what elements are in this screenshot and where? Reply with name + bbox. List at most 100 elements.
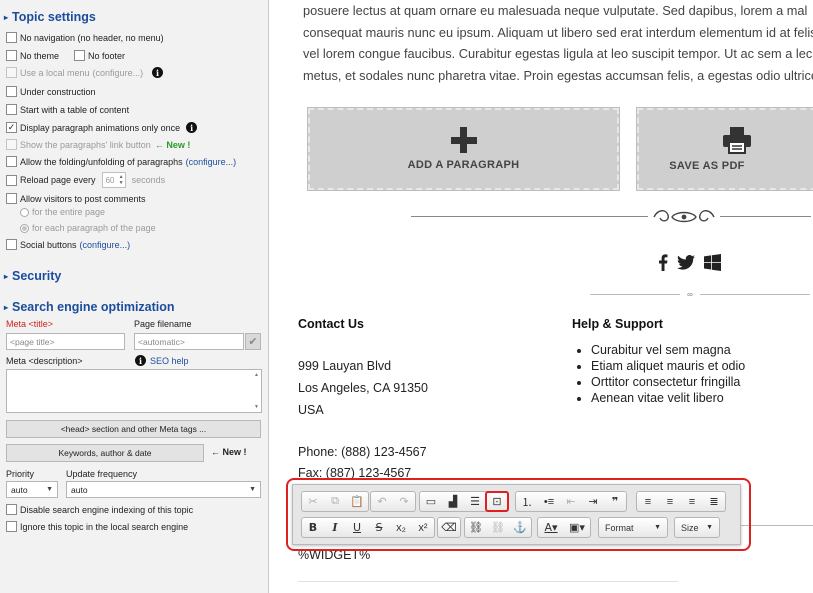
seo-help-label: SEO help: [150, 355, 189, 366]
lorem-line: vel lorem congue faucibus. Curabitur ege…: [303, 46, 813, 61]
start-toc-label: Start with a table of content: [20, 104, 130, 115]
priority-select[interactable]: auto ▼: [6, 481, 58, 498]
configure-social-link[interactable]: (configure...): [80, 240, 131, 250]
divider: [590, 294, 810, 295]
no-footer-label: No footer: [88, 50, 126, 61]
address-line: USA: [298, 403, 324, 417]
settings-panel: ▸ Topic settings No navigation (no heade…: [0, 0, 269, 593]
seconds-label: seconds: [131, 175, 166, 185]
new-badge: ← New !: [154, 139, 191, 150]
expand-triangle-icon: ▸: [4, 12, 9, 22]
display-animations-checkbox[interactable]: ✓: [6, 122, 17, 133]
no-theme-checkbox[interactable]: [6, 50, 17, 61]
meta-description-label: Meta <description>: [6, 356, 83, 366]
use-local-menu-checkbox: [6, 67, 17, 78]
new-badge: ← New !: [211, 447, 247, 457]
add-paragraph-button[interactable]: ADD A PARAGRAPH: [307, 107, 620, 191]
ignore-local-search-checkbox[interactable]: [6, 521, 17, 532]
save-as-pdf-button[interactable]: SAVE AS PDF: [636, 107, 813, 191]
each-paragraph-label: for each paragraph of the page: [32, 223, 156, 233]
security-header[interactable]: ▸ Security: [4, 269, 61, 283]
scroll-up-icon[interactable]: ▲: [254, 372, 259, 378]
ornament-icon: [648, 209, 720, 225]
seo-header[interactable]: ▸ Search engine optimization: [4, 300, 175, 314]
keywords-author-date-button[interactable]: Keywords, author & date: [6, 444, 204, 462]
phone-text: Phone: (888) 123-4567: [298, 445, 427, 459]
under-construction-checkbox[interactable]: [6, 86, 17, 97]
ignore-local-search-option[interactable]: Ignore this topic in the local search en…: [6, 521, 188, 532]
security-title: Security: [12, 269, 62, 283]
info-icon[interactable]: i: [186, 122, 198, 133]
allow-folding-checkbox[interactable]: [6, 156, 17, 167]
comments-entire-page-option: for the entire page: [20, 207, 105, 217]
no-theme-option[interactable]: No theme: [6, 50, 59, 61]
scroll-down-icon[interactable]: ▼: [254, 404, 259, 410]
social-icons: [658, 254, 721, 271]
reload-page-checkbox[interactable]: [6, 174, 17, 186]
no-footer-checkbox[interactable]: [74, 50, 85, 61]
social-buttons-checkbox[interactable]: [6, 239, 17, 250]
lorem-line: posuere lectus at quam ornare eu malesua…: [303, 3, 808, 18]
disable-indexing-option[interactable]: Disable search engine indexing of this t…: [6, 504, 193, 515]
meta-title-label: Meta <title>: [6, 319, 54, 329]
twitter-icon[interactable]: [677, 255, 695, 270]
display-animations-option[interactable]: ✓ Display paragraph animations only once…: [6, 122, 198, 133]
configure-local-menu-link: (configure...): [92, 67, 144, 78]
entire-page-radio: [20, 207, 29, 217]
topic-settings-header[interactable]: ▸ Topic settings: [4, 10, 96, 24]
priority-value: auto: [11, 484, 28, 495]
page-filename-label: Page filename: [134, 319, 192, 329]
page-filename-placeholder: <automatic>: [138, 336, 185, 347]
list-item: Orttitor consectetur fringilla: [591, 374, 745, 390]
chevron-down-icon: ▼: [46, 486, 53, 493]
reload-page-option[interactable]: Reload page every 60 ▲ ▼ seconds: [6, 172, 165, 188]
windows-icon[interactable]: [704, 254, 721, 271]
no-navigation-checkbox[interactable]: [6, 32, 17, 43]
reload-seconds-value: 60: [105, 175, 115, 185]
entire-page-label: for the entire page: [32, 207, 106, 217]
list-item: Etiam aliquet mauris et odio: [591, 358, 745, 374]
confirm-check-icon[interactable]: ✔: [245, 333, 261, 350]
lorem-line: consequat mauris nunc eu ipsum. Aliquam …: [303, 24, 813, 40]
start-toc-option[interactable]: Start with a table of content: [6, 104, 129, 115]
address-line: Los Angeles, CA 91350: [298, 381, 428, 395]
allow-folding-label: Allow the folding/unfolding of paragraph…: [20, 156, 183, 167]
ignore-local-search-label: Ignore this topic in the local search en…: [20, 521, 189, 532]
use-local-menu-label: Use a local menu: [20, 67, 90, 78]
social-buttons-label: Social buttons: [20, 239, 77, 250]
priority-label: Priority: [6, 469, 35, 479]
keywords-button-label: Keywords, author & date: [58, 448, 152, 458]
page-filename-input[interactable]: <automatic>: [134, 333, 244, 350]
divider: [298, 581, 678, 582]
update-frequency-select[interactable]: auto ▼: [66, 481, 261, 498]
meta-description-textarea[interactable]: ▲ ▼: [6, 369, 262, 413]
facebook-icon[interactable]: [658, 254, 668, 271]
list-item: Aenean vitae velit libero: [591, 390, 745, 406]
lorem-paragraph[interactable]: posuere lectus at quam ornare eu malesua…: [303, 0, 813, 86]
no-navigation-label: No navigation (no header, no menu): [20, 32, 164, 43]
allow-comments-option[interactable]: Allow visitors to post comments: [6, 193, 146, 204]
allow-folding-option[interactable]: Allow the folding/unfolding of paragraph…: [6, 156, 236, 167]
seo-help-link[interactable]: i SEO help: [135, 355, 189, 366]
no-footer-option[interactable]: No footer: [74, 50, 125, 61]
head-section-button[interactable]: <head> section and other Meta tags ...: [6, 420, 261, 438]
show-link-button-option: Show the paragraphs' link button ← New !: [6, 139, 190, 150]
start-toc-checkbox[interactable]: [6, 104, 17, 115]
meta-title-input[interactable]: <page title>: [6, 333, 125, 350]
allow-comments-checkbox[interactable]: [6, 193, 17, 204]
help-title: Help & Support: [572, 317, 663, 331]
under-construction-option[interactable]: Under construction: [6, 86, 96, 97]
no-navigation-option[interactable]: No navigation (no header, no menu): [6, 32, 164, 43]
configure-folding-link[interactable]: (configure...): [186, 157, 237, 167]
update-frequency-label: Update frequency: [66, 469, 138, 479]
show-link-button-checkbox: [6, 139, 17, 150]
expand-triangle-icon: ▸: [4, 271, 9, 281]
display-animations-label: Display paragraph animations only once: [20, 122, 181, 133]
disable-indexing-checkbox[interactable]: [6, 504, 17, 515]
expand-triangle-icon: ▸: [4, 302, 9, 312]
social-buttons-option[interactable]: Social buttons (configure...): [6, 239, 130, 250]
list-item: Curabitur vel sem magna: [591, 342, 745, 358]
comments-each-paragraph-option: for each paragraph of the page: [20, 223, 156, 233]
use-local-menu-option: Use a local menu (configure...) i: [6, 67, 164, 78]
info-icon[interactable]: i: [152, 67, 164, 78]
